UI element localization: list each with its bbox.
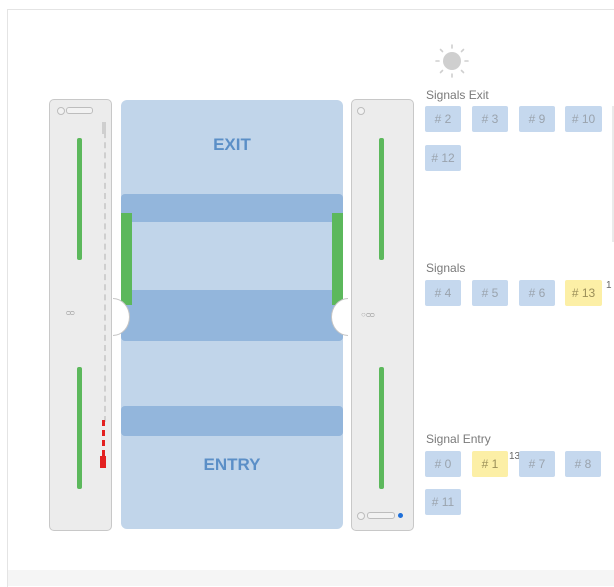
signal-6[interactable]: # 6 (519, 280, 555, 306)
signal-4[interactable]: # 4 (425, 280, 461, 306)
left-pillar-dashed-line (104, 122, 106, 422)
right-pillar-bar-bottom (379, 367, 384, 489)
left-pillar-alert-block (100, 456, 106, 468)
right-pillar-bar-top (379, 138, 384, 260)
entry-label: ENTRY (203, 455, 261, 474)
lane-green-left (121, 213, 132, 305)
signal-10[interactable]: # 10 (565, 106, 602, 132)
signal-5[interactable]: # 5 (472, 280, 508, 306)
right-pillar-bottom-indicator (357, 512, 365, 520)
lane-band-middle (121, 290, 343, 341)
signal-13[interactable]: # 13 (565, 280, 602, 306)
signal-entry-title: Signal Entry (426, 432, 491, 446)
signal-11[interactable]: # 11 (425, 489, 461, 515)
light-sun-icon (435, 44, 469, 78)
signals-exit-title: Signals Exit (426, 88, 489, 102)
signal-9[interactable]: # 9 (519, 106, 555, 132)
signal-1[interactable]: # 1 (472, 451, 508, 477)
right-pillar-indicator (357, 107, 365, 115)
left-pillar-gauge-top (102, 122, 106, 134)
panel-footer (8, 570, 614, 586)
lane-band-upper (121, 194, 343, 222)
signals-title: Signals (426, 261, 466, 275)
signal-12[interactable]: # 12 (425, 145, 461, 171)
signal-7[interactable]: # 7 (519, 451, 555, 477)
signal-3[interactable]: # 3 (472, 106, 508, 132)
signal-13-note: 1 (606, 280, 612, 291)
left-pillar-slot (66, 107, 93, 114)
left-pillar-bar-top (77, 138, 82, 260)
right-pillar-status-dot (398, 513, 403, 518)
signal-0[interactable]: # 0 (425, 451, 461, 477)
signal-2[interactable]: # 2 (425, 106, 461, 132)
left-pillar-bar-bottom (77, 367, 82, 489)
signal-8[interactable]: # 8 (565, 451, 601, 477)
exit-label: EXIT (213, 135, 251, 154)
lane-green-right (332, 213, 343, 305)
right-pillar-sensor-icon: ○ ᴑᴑ (361, 310, 375, 319)
left-pillar-alert-dashes (102, 420, 105, 456)
left-pillar-indicator (57, 107, 65, 115)
right-pillar-bottom-slot (367, 512, 395, 519)
lane-band-lower (121, 406, 343, 436)
left-pillar-sensor-icon: ᴑᴑ (66, 308, 75, 317)
